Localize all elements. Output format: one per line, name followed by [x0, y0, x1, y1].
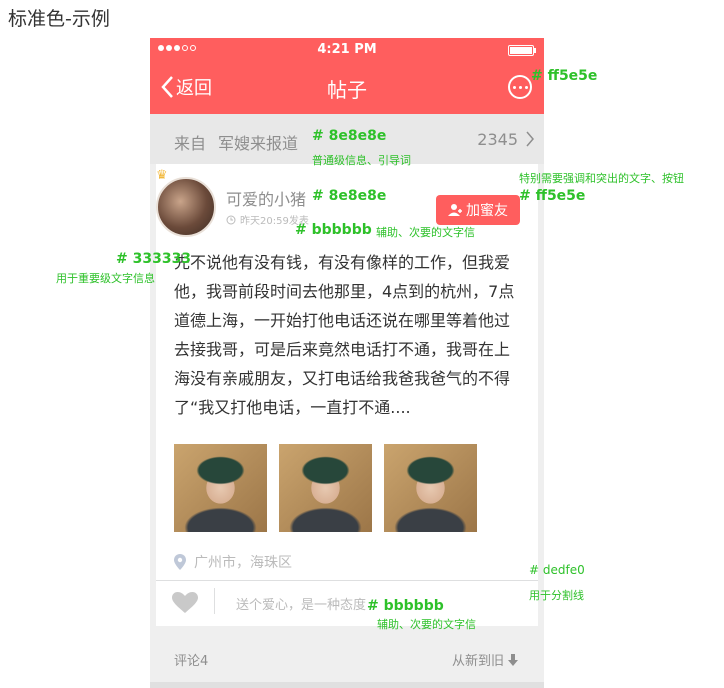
nav-title: 帖子: [327, 78, 367, 102]
nav-bar: 返回 帖子: [150, 62, 544, 114]
add-user-icon: [448, 204, 462, 216]
post-photo[interactable]: [174, 444, 267, 532]
divider: [156, 580, 538, 581]
annotation-code: # ff5e5e: [519, 188, 586, 204]
add-friend-button[interactable]: 加蜜友: [436, 195, 520, 225]
sort-button[interactable]: 从新到旧: [452, 650, 518, 669]
annotation-code: # 333333: [116, 251, 192, 267]
divider: [214, 588, 215, 614]
add-friend-label: 加蜜友: [466, 203, 508, 219]
arrow-down-icon: [508, 653, 518, 666]
more-button[interactable]: [508, 75, 532, 99]
annotation-code: # 8e8e8e: [312, 188, 387, 204]
post-body: 先不说他有没有钱，有没有像样的工作，但我爱他，我哥前段时间去他那里，4点到的杭州…: [174, 253, 515, 417]
comment-bar: 评论4 从新到旧: [150, 642, 544, 676]
annotation-code: # ff5e5e: [531, 68, 598, 84]
annotation-desc: 辅助、次要的文字信: [377, 618, 476, 631]
annotation-desc: 用于重要级文字信息: [56, 272, 155, 285]
bottom-strip: [150, 682, 544, 688]
post-username[interactable]: 可爱的小猪: [226, 186, 306, 210]
battery-icon: [508, 45, 536, 56]
annotation-code: # bbbbbb: [295, 222, 372, 238]
location-pin-icon: [174, 554, 186, 570]
source-count: 2345: [477, 130, 518, 149]
more-icon: [512, 85, 516, 89]
post-photo[interactable]: [279, 444, 372, 532]
like-prompt: 送个爱心，是一种态度: [236, 598, 367, 613]
status-time: 4:21 PM: [317, 42, 377, 57]
heart-icon[interactable]: [172, 592, 198, 614]
crown-icon: ♛: [156, 168, 168, 183]
chevron-right-icon: [526, 131, 534, 147]
location-text: 广州市，海珠区: [194, 555, 292, 571]
annotation-desc: 辅助、次要的文字信: [376, 226, 475, 239]
annotation-code: # bbbbbb: [367, 598, 444, 614]
sort-label: 从新到旧: [451, 654, 504, 669]
clock-icon: [226, 215, 236, 224]
annotation-code: # dedfe0: [529, 563, 585, 577]
location: 广州市，海珠区: [174, 552, 292, 572]
annotation-code: # 8e8e8e: [312, 128, 387, 144]
page-title: 标准色-示例: [8, 8, 110, 30]
annotation-desc: 用于分割线: [529, 589, 584, 602]
avatar[interactable]: [156, 177, 216, 237]
annotation-desc: 普通级信息、引导词: [312, 154, 411, 167]
status-bar: 4:21 PM: [150, 38, 544, 62]
source-prefix: 来自: [174, 134, 207, 153]
post-photo[interactable]: [384, 444, 477, 532]
annotation-desc: 特别需要强调和突出的文字、按钮: [519, 172, 684, 185]
source-name: 军嫂来报道: [218, 134, 299, 153]
photo-grid: [174, 444, 477, 532]
comment-count: 评论4: [174, 654, 209, 669]
